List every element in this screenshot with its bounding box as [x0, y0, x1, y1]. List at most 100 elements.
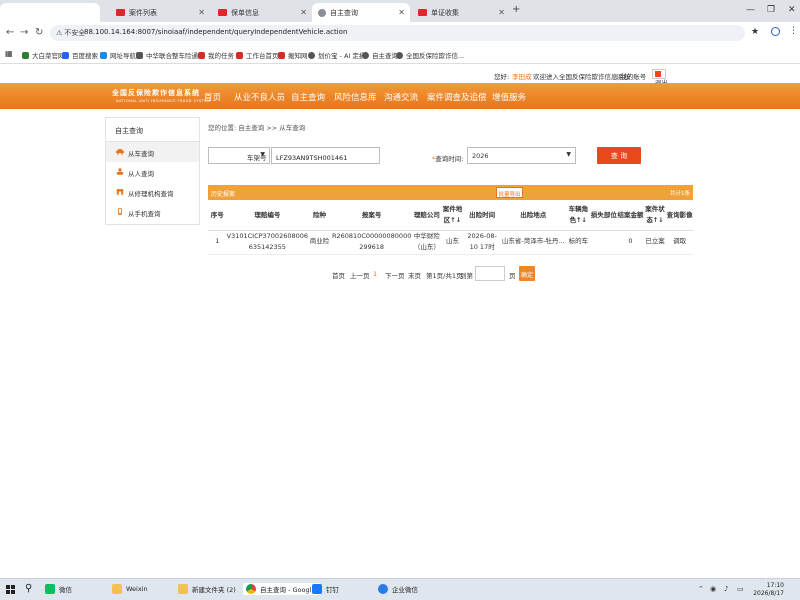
nav-item-case-investigation[interactable]: 案件调查及追偿 [427, 91, 487, 103]
column-header[interactable]: 案件地区↑↓ [441, 200, 464, 231]
repair-shop-icon [116, 189, 124, 195]
bookmark-item[interactable]: 百度搜索 [62, 50, 98, 60]
apps-grid-icon[interactable]: ▦ [5, 49, 13, 58]
nav-item-risk-database[interactable]: 风险信息库 [334, 91, 377, 103]
taskbar-item-wecom[interactable]: 企业微信 [378, 584, 418, 594]
tray-chevron-icon[interactable]: ⌃ [698, 585, 704, 593]
close-tab-icon[interactable]: ✕ [198, 8, 205, 17]
sidebar-item-vehicle-query[interactable]: 从车查询 [106, 142, 199, 162]
search-icon[interactable]: ⚲ [25, 583, 32, 594]
confirm-button[interactable]: 确定 [519, 266, 535, 281]
table-cell: R260810C00000080000299618 [330, 230, 413, 255]
greeting-text: 您好: [494, 73, 510, 81]
query-time-label: *查询时间: [432, 155, 464, 163]
taskbar-item-dingtalk[interactable]: 钉钉 [312, 584, 339, 594]
last-page-link[interactable]: 末页 [408, 270, 421, 280]
new-tab-button[interactable]: + [512, 4, 520, 15]
close-tab-icon[interactable]: ✕ [300, 8, 307, 17]
forward-arrow-icon[interactable]: → [20, 27, 28, 38]
url-text[interactable]: 88.100.14.164:8007/sinoiaaf/independent/… [84, 28, 347, 36]
browser-tab-strip: 案件列表 ✕ 保单信息 ✕ 自主查询 ✕ 单证收集 ✕ + — ❐ ✕ [0, 0, 800, 22]
tab-blank[interactable] [0, 3, 100, 22]
profile-icon[interactable] [771, 27, 780, 36]
chrome-icon [246, 584, 256, 594]
tab-policy-info[interactable]: 保单信息 ✕ [212, 3, 312, 22]
history-count: 共计1条 [670, 191, 690, 197]
taskbar-item-weixin-folder[interactable]: Weixin [112, 584, 148, 594]
tab-case-list[interactable]: 案件列表 ✕ [110, 3, 210, 22]
bookmark-item[interactable]: 划价宝 - AI 定损 [308, 50, 365, 60]
taskbar-item-new-folder[interactable]: 新建文件夹 (2) [178, 584, 236, 594]
bookmark-favicon-icon [308, 51, 315, 59]
bookmark-favicon-icon [62, 51, 69, 59]
sidebar-item-phone-query[interactable]: 从手机查询 [106, 202, 199, 222]
column-header[interactable]: 理赔公司 [412, 200, 442, 231]
bookmark-star-icon[interactable]: ★ [751, 27, 759, 37]
nav-item-self-query[interactable]: 自主查询 [291, 91, 325, 103]
close-window-icon[interactable]: ✕ [788, 5, 796, 15]
bookmark-item[interactable]: 工作台首页 [236, 50, 279, 60]
network-icon[interactable]: ◉ [710, 585, 716, 593]
menu-dots-icon[interactable]: ⋮ [789, 26, 798, 36]
bookmark-favicon-icon [278, 51, 285, 59]
current-page[interactable]: 1 [373, 270, 377, 278]
bookmark-item[interactable]: 全国反保险欺诈信... [396, 50, 464, 60]
bookmark-item[interactable]: 我的任务 [198, 50, 234, 60]
sidebar-item-repair-shop-query[interactable]: 从修理机构查询 [106, 182, 199, 202]
tab-document-collection[interactable]: 单证收集 ✕ [412, 3, 510, 22]
sidebar-item-person-query[interactable]: 从人查询 [106, 162, 199, 182]
bookmarks-bar: ▦ 大白菜官网 百度搜索 网址导航 中华联合整车险通... 我的任务 工作台首页… [0, 44, 800, 64]
battery-icon[interactable]: ▭ [737, 585, 744, 593]
warning-icon: ⚠ [56, 29, 63, 37]
bookmark-item[interactable]: 网址导航 [100, 50, 136, 60]
nav-item-value-added[interactable]: 增值服务 [492, 91, 526, 103]
chevron-down-icon: ▼ [260, 151, 265, 158]
volume-icon[interactable]: ♪ [724, 585, 728, 593]
query-time-select[interactable]: 2026 ▼ [467, 147, 576, 164]
history-label: 历史报案 [211, 191, 236, 198]
breadcrumb: 您的位置: 自主查询 >> 从车查询 [208, 124, 306, 132]
column-header: 查询影像 [666, 200, 693, 231]
table-cell: 2026-08-10 17时 [463, 230, 501, 255]
close-tab-icon[interactable]: ✕ [498, 8, 505, 17]
table-cell: 已立案 [643, 230, 667, 255]
insecure-indicator[interactable]: ⚠ 不安全 [56, 28, 85, 38]
column-header: 结案金额 [617, 200, 644, 231]
column-header[interactable]: 案件状态↑↓ [643, 200, 667, 231]
table-cell [590, 230, 618, 255]
next-page-link[interactable]: 下一页 [385, 270, 405, 280]
bookmark-favicon-icon [22, 51, 29, 59]
windows-start-icon[interactable] [6, 585, 15, 594]
batch-export-button[interactable]: 批量导出 [496, 187, 523, 198]
page-unit-label: 页 [509, 272, 516, 280]
taskbar-item-wechat[interactable]: 微信 [45, 584, 72, 594]
tab-self-query[interactable]: 自主查询 ✕ [312, 3, 410, 22]
history-bar: 历史报案 批量导出 共计1条 [208, 185, 693, 200]
logout-button[interactable]: 退出 [652, 69, 668, 87]
prev-page-link[interactable]: 上一页 [350, 270, 370, 280]
back-arrow-icon[interactable]: ← [6, 27, 14, 38]
first-page-link[interactable]: 首页 [332, 270, 345, 280]
query-type-select[interactable]: 车架号 ▼ [208, 147, 270, 164]
query-button[interactable]: 查 询 [597, 147, 641, 164]
tab-label: 保单信息 [231, 8, 259, 17]
bookmark-item[interactable]: 搬知网 [278, 50, 308, 60]
reload-icon[interactable]: ↻ [35, 27, 43, 38]
goto-page-input[interactable] [475, 266, 505, 281]
taskbar-item-chrome[interactable]: 自主查询 - Googl... [243, 583, 321, 595]
view-image-link[interactable]: 调取 [666, 230, 693, 255]
system-clock[interactable]: 17:10 2026/8/17 [744, 582, 784, 599]
maximize-icon[interactable]: ❐ [767, 5, 775, 15]
bookmark-item[interactable]: 中华联合整车险通... [136, 50, 204, 60]
bookmark-item[interactable]: 大白菜官网 [22, 50, 65, 60]
site-favicon-icon [218, 9, 227, 16]
my-account-link[interactable]: | 我的账号 [616, 71, 646, 81]
nav-item-communication[interactable]: 沟通交流 [384, 91, 418, 103]
vin-input[interactable] [271, 147, 380, 164]
bookmark-item[interactable]: 自主查询 [362, 50, 398, 60]
close-tab-icon[interactable]: ✕ [398, 8, 405, 17]
minimize-icon[interactable]: — [746, 5, 755, 15]
nav-item-bad-practitioners[interactable]: 从业不良人员 [234, 91, 285, 103]
column-header[interactable]: 车辆角色↑↓ [566, 200, 591, 231]
nav-item-home[interactable]: 首页 [204, 91, 221, 103]
